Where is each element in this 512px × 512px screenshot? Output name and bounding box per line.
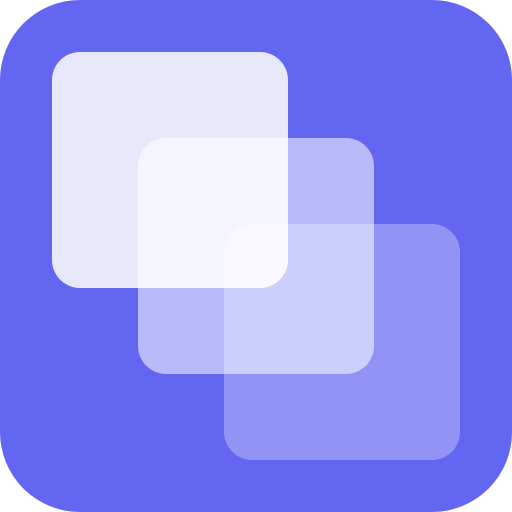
stacked-windows-icon xyxy=(0,0,512,512)
window-layer-front-icon xyxy=(224,224,460,460)
